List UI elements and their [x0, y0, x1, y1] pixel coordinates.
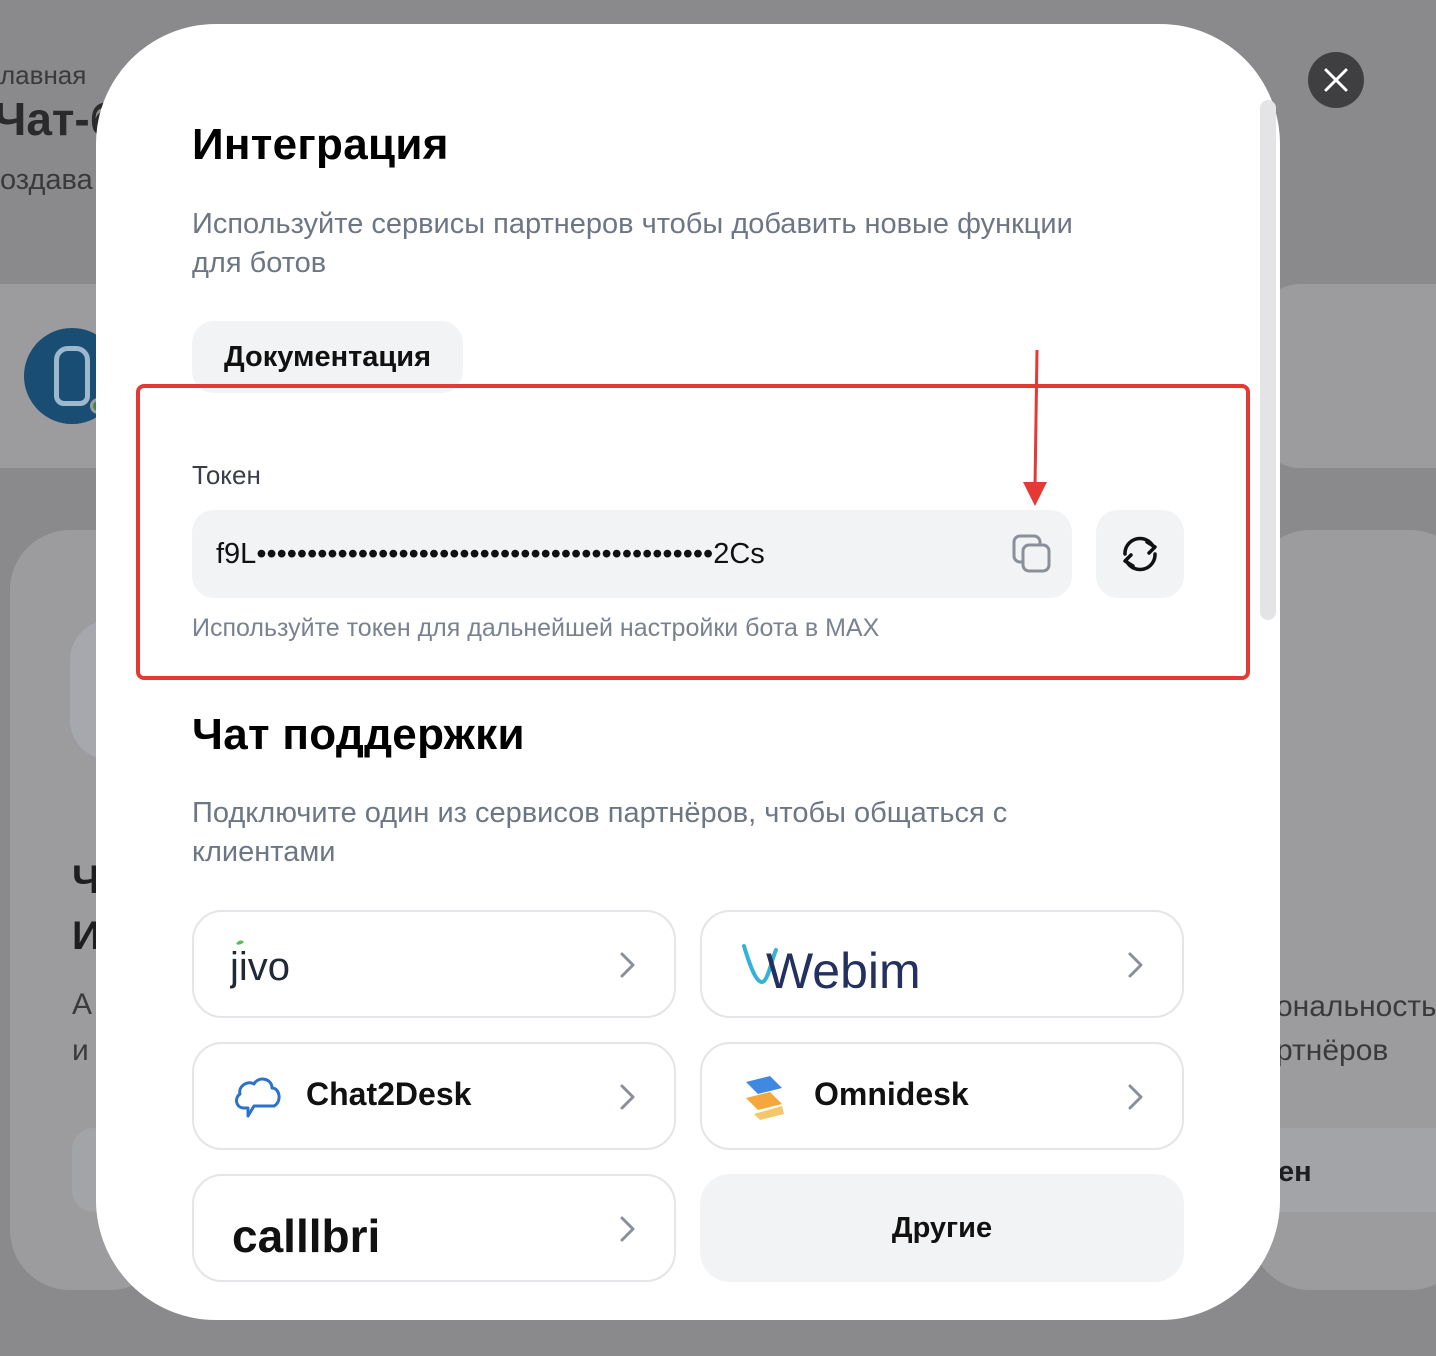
support-subtitle: Подключите один из сервисов партнёров, ч…: [192, 797, 1008, 868]
bg-text-right2: ртнёров: [1276, 1034, 1389, 1067]
breadcrumb: лавная: [0, 60, 87, 90]
chevron-right-icon: [1128, 1084, 1143, 1110]
chevron-right-icon: [620, 1216, 635, 1242]
calllbri-logo: calllbri: [232, 1210, 380, 1260]
service-card-jivo[interactable]: jivo: [192, 910, 676, 1018]
tooth-icon: [54, 346, 90, 406]
service-card-webim[interactable]: Webim: [700, 910, 1184, 1018]
jivo-logo-text: jivo: [230, 945, 290, 989]
service-card-calllbri[interactable]: calllbri: [192, 1174, 676, 1282]
omnidesk-logo-icon: [746, 1076, 784, 1120]
webim-logo-text: Webim: [766, 943, 921, 999]
chevron-right-icon: [620, 1084, 635, 1110]
refresh-icon: [1123, 536, 1157, 572]
close-button[interactable]: [1308, 52, 1364, 108]
close-icon: [1324, 68, 1348, 92]
regenerate-token-button[interactable]: [1096, 510, 1184, 598]
chevron-right-icon: [1128, 952, 1143, 978]
token-field[interactable]: f9L•••••••••••••••••••••••••••••••••••••…: [192, 510, 1072, 598]
integration-title: Интеграция: [192, 120, 449, 169]
scrollbar[interactable]: [1260, 100, 1276, 620]
bg-text-line1: А: [72, 988, 93, 1021]
support-title: Чат поддержки: [192, 710, 525, 759]
bg-text-line2: и: [72, 1034, 89, 1067]
calllbri-logo-text: calllbri: [232, 1210, 380, 1260]
chat2desk-label: Chat2Desk: [306, 1076, 472, 1112]
webim-logo: Webim: [742, 943, 921, 999]
integration-subtitle: Используйте сервисы партнеров чтобы доба…: [192, 208, 1073, 279]
documentation-button[interactable]: Документация: [192, 321, 463, 393]
token-label: Токен: [192, 460, 261, 490]
chevron-right-icon: [620, 952, 635, 978]
copy-icon[interactable]: [1010, 532, 1054, 576]
bg-text-right1: ональносты: [1276, 990, 1436, 1023]
token-value: f9L•••••••••••••••••••••••••••••••••••••…: [216, 537, 765, 570]
jivo-logo: jivo: [230, 940, 290, 989]
omnidesk-label: Omnidesk: [814, 1076, 969, 1112]
bg-button-right-label: ен: [1278, 1156, 1312, 1188]
service-card-chat2desk[interactable]: Chat2Desk: [192, 1042, 676, 1150]
token-hint: Используйте токен для дальнейшей настрой…: [192, 614, 880, 642]
other-services-button[interactable]: Другие: [700, 1174, 1184, 1282]
service-card-omnidesk[interactable]: Omnidesk: [700, 1042, 1184, 1150]
bot-card-right: [1260, 284, 1436, 468]
chat2desk-cloud-icon: [235, 1077, 281, 1118]
integration-modal: Интеграция Используйте сервисы партнеров…: [96, 24, 1280, 1320]
page-subtitle: оздава: [0, 164, 93, 196]
